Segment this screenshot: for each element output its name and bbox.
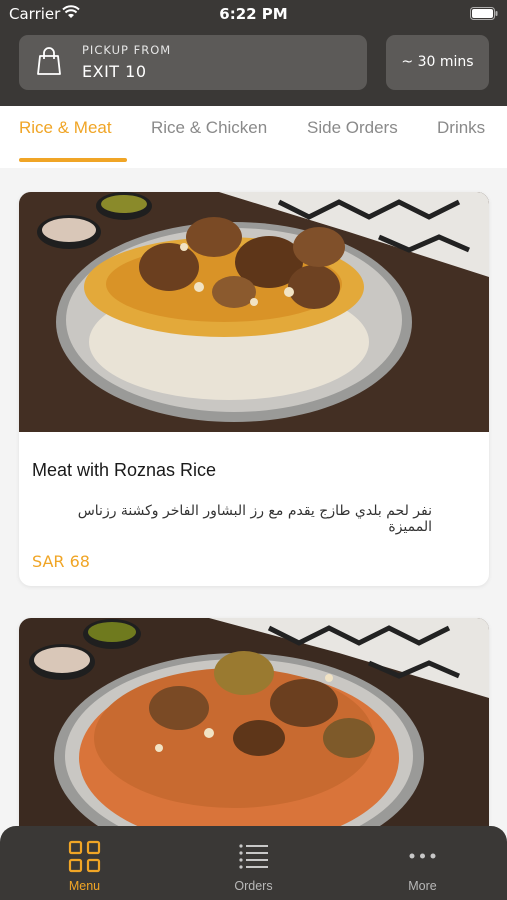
tab-drinks[interactable]: Drinks bbox=[437, 118, 485, 138]
active-tab-indicator bbox=[19, 158, 127, 162]
app-header: Carrier 6:22 PM PICKUP FROM EXIT 10 ~ 30… bbox=[0, 0, 507, 106]
pickup-location-button[interactable]: PICKUP FROM EXIT 10 bbox=[19, 35, 367, 90]
nav-menu[interactable]: Menu bbox=[0, 826, 169, 900]
shopping-bag-icon bbox=[37, 47, 61, 75]
status-bar: Carrier 6:22 PM bbox=[0, 0, 507, 28]
item-description: نفر لحم بلدي طازج يقدم مع رز البشاور الف… bbox=[77, 503, 432, 535]
pickup-label: PICKUP FROM bbox=[82, 43, 172, 57]
more-icon bbox=[409, 853, 436, 859]
status-time: 6:22 PM bbox=[219, 5, 288, 23]
tab-side-orders[interactable]: Side Orders bbox=[307, 118, 398, 138]
bottom-navigation: Menu Orders More bbox=[0, 826, 507, 900]
nav-orders[interactable]: Orders bbox=[169, 826, 338, 900]
pickup-location: EXIT 10 bbox=[82, 62, 147, 81]
item-title: Meat with Roznas Rice bbox=[32, 460, 217, 480]
battery-icon bbox=[470, 7, 498, 20]
category-tabs: Rice & Meat Rice & Chicken Side Orders D… bbox=[0, 106, 507, 168]
item-price: SAR 68 bbox=[32, 552, 90, 571]
food-image bbox=[19, 192, 489, 432]
grid-icon bbox=[68, 840, 101, 873]
eta-button[interactable]: ~ 30 mins bbox=[386, 35, 489, 90]
tab-rice-meat[interactable]: Rice & Meat bbox=[19, 118, 112, 138]
nav-more-label: More bbox=[408, 879, 437, 893]
tab-rice-chicken[interactable]: Rice & Chicken bbox=[151, 118, 267, 138]
menu-item-card[interactable]: Meat with Roznas Rice نفر لحم بلدي طازج … bbox=[19, 192, 489, 586]
nav-orders-label: Orders bbox=[234, 879, 273, 893]
nav-menu-label: Menu bbox=[68, 879, 101, 893]
food-image bbox=[19, 618, 489, 858]
nav-more[interactable]: More bbox=[338, 826, 507, 900]
list-icon bbox=[239, 844, 268, 869]
